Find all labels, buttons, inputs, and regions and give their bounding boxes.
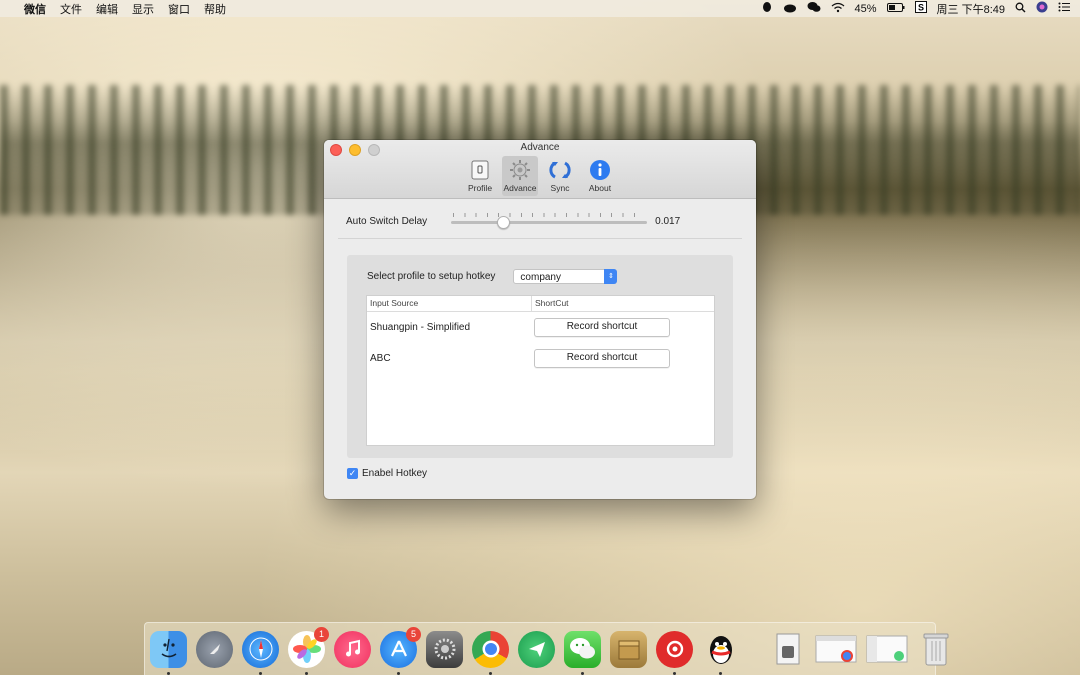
profile-select-row: Select profile to setup hotkey company ⇕ xyxy=(367,269,618,284)
window-titlebar[interactable]: Advance Profile Advance Sync About xyxy=(324,140,756,199)
sync-icon xyxy=(549,159,571,181)
menu-bar: 微信 文件 编辑 显示 窗口 帮助 45% S 周三 下午8:49 xyxy=(0,0,1080,17)
siri-icon[interactable] xyxy=(1036,1,1048,16)
input-source-name: Shuangpin - Simplified xyxy=(370,322,471,333)
battery-icon[interactable] xyxy=(886,2,905,15)
paper-plane-app-icon[interactable] xyxy=(518,630,555,668)
wechat-status-icon[interactable] xyxy=(807,1,821,16)
dock: 1 5 xyxy=(144,622,948,675)
tab-profile[interactable]: Profile xyxy=(462,156,498,196)
record-shortcut-button[interactable]: Record shortcut xyxy=(534,318,670,337)
running-indicator xyxy=(489,671,492,675)
slider-knob[interactable] xyxy=(497,216,511,229)
auto-switch-delay-slider[interactable] xyxy=(451,211,648,231)
wechat-icon[interactable] xyxy=(564,630,601,675)
trash-icon[interactable] xyxy=(917,631,954,668)
app-store-badge: 5 xyxy=(406,626,421,642)
document-stack-icon[interactable] xyxy=(769,631,806,668)
slider-track xyxy=(451,221,648,224)
table-header: Input Source ShortCut xyxy=(367,296,714,312)
info-icon xyxy=(589,159,611,181)
window-content: Auto Switch Delay 0.017 Select profile t… xyxy=(324,199,756,499)
netease-music-icon[interactable] xyxy=(656,630,693,675)
input-source-name: ABC xyxy=(370,353,391,364)
profile-select[interactable]: company ⇕ xyxy=(513,269,618,284)
tab-about[interactable]: About xyxy=(582,156,618,196)
tab-sync[interactable]: Sync xyxy=(542,156,578,196)
table-row: Shuangpin - Simplified Record shortcut xyxy=(367,312,714,343)
preferences-toolbar: Profile Advance Sync About xyxy=(324,156,756,196)
cloud-status-icon[interactable] xyxy=(783,2,797,16)
chrome-icon[interactable] xyxy=(472,630,509,675)
advance-preferences-window: Advance Profile Advance Sync About Auto … xyxy=(324,140,756,499)
itunes-icon[interactable] xyxy=(334,630,371,668)
menu-app-name[interactable]: 微信 xyxy=(24,1,46,17)
hotkey-table: Input Source ShortCut Shuangpin - Simpli… xyxy=(366,295,715,446)
menu-view[interactable]: 显示 xyxy=(132,1,154,17)
launchpad-icon[interactable] xyxy=(196,630,233,668)
photos-badge: 1 xyxy=(314,626,329,642)
running-indicator xyxy=(581,671,584,675)
enable-hotkey-row: ✓ Enabel Hotkey xyxy=(347,468,427,479)
window-title: Advance xyxy=(520,142,560,153)
battery-percent[interactable]: 45% xyxy=(855,3,877,15)
finder-icon[interactable] xyxy=(150,630,187,675)
slider-ticks xyxy=(453,213,646,217)
svg-text:S: S xyxy=(918,3,924,13)
hotkey-panel: Select profile to setup hotkey company ⇕… xyxy=(347,255,733,458)
tab-advance-label: Advance xyxy=(503,183,537,193)
tab-profile-label: Profile xyxy=(467,183,493,193)
column-shortcut[interactable]: ShortCut xyxy=(532,296,569,311)
running-indicator xyxy=(305,671,308,675)
spotlight-search-icon[interactable] xyxy=(1015,2,1026,16)
system-preferences-icon[interactable] xyxy=(426,630,463,668)
enable-hotkey-label[interactable]: Enabel Hotkey xyxy=(362,468,427,479)
qq-icon[interactable] xyxy=(702,631,739,675)
menu-file[interactable]: 文件 xyxy=(60,1,82,17)
auto-switch-delay-row: Auto Switch Delay 0.017 xyxy=(346,211,736,231)
menu-window[interactable]: 窗口 xyxy=(168,1,190,17)
running-indicator xyxy=(167,671,170,675)
chrome-window-thumbnail[interactable] xyxy=(815,631,857,668)
tab-sync-label: Sync xyxy=(550,183,570,193)
divider xyxy=(338,238,742,239)
tab-about-label: About xyxy=(588,183,612,193)
profile-select-label: Select profile to setup hotkey xyxy=(367,271,496,282)
wifi-icon[interactable] xyxy=(831,2,845,16)
menu-help[interactable]: 帮助 xyxy=(204,1,226,17)
tab-advance[interactable]: Advance xyxy=(502,156,538,196)
column-input-source[interactable]: Input Source xyxy=(367,296,532,311)
menubar-datetime[interactable]: 周三 下午8:49 xyxy=(937,1,1005,17)
table-row: ABC Record shortcut xyxy=(367,343,714,374)
running-indicator xyxy=(719,671,722,675)
qq-status-icon[interactable] xyxy=(761,1,773,16)
app-store-icon[interactable]: 5 xyxy=(380,626,421,675)
archive-utility-icon[interactable] xyxy=(610,630,647,668)
profile-icon xyxy=(469,159,491,181)
wechat-window-thumbnail[interactable] xyxy=(866,631,908,668)
notification-center-icon[interactable] xyxy=(1058,2,1070,15)
input-method-icon[interactable]: S xyxy=(914,1,927,16)
running-indicator xyxy=(673,671,676,675)
select-arrows-icon: ⇕ xyxy=(604,269,618,284)
auto-switch-delay-value: 0.017 xyxy=(655,215,681,227)
photos-icon[interactable]: 1 xyxy=(288,626,329,675)
enable-hotkey-checkbox[interactable]: ✓ xyxy=(347,468,358,479)
running-indicator xyxy=(397,671,400,675)
menu-edit[interactable]: 编辑 xyxy=(96,1,118,17)
record-shortcut-button[interactable]: Record shortcut xyxy=(534,349,670,368)
safari-icon[interactable] xyxy=(242,630,279,675)
profile-select-value: company xyxy=(520,272,561,283)
auto-switch-delay-label: Auto Switch Delay xyxy=(346,215,428,227)
running-indicator xyxy=(259,671,262,675)
gear-icon xyxy=(509,159,531,181)
